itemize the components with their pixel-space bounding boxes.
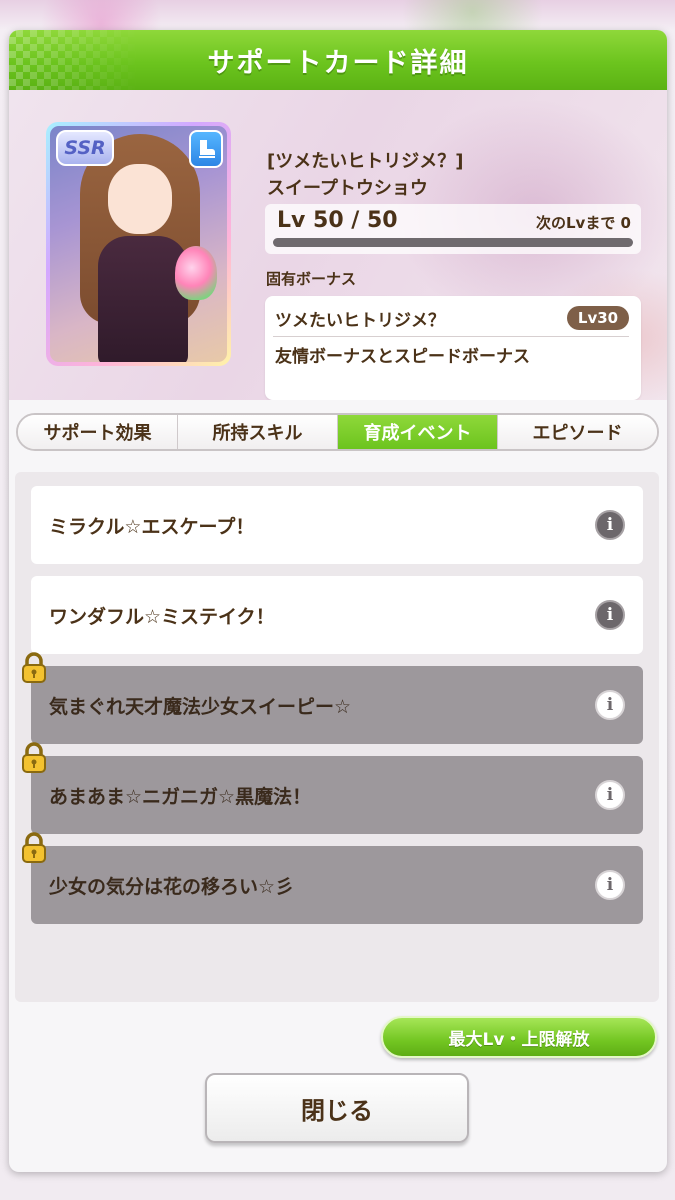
event-list: ミラクル☆エスケープ！ i ワンダフル☆ミステイク！ i 気まぐれ天才魔法少女ス… [15, 472, 659, 1002]
divider [273, 336, 629, 337]
max-level-limit-break-button[interactable]: 最大Lv・上限解放 [381, 1016, 657, 1058]
lock-icon [22, 742, 46, 773]
speed-boot-icon [189, 130, 223, 168]
character-name: スイープトウショウ [267, 178, 428, 199]
card-illustration: SSR [50, 126, 227, 362]
unique-bonus-box: ツメたいヒトリジメ？ Lv30 友情ボーナスとスピードボーナス [265, 296, 641, 400]
unique-bonus-description: 友情ボーナスとスピードボーナス [275, 347, 530, 367]
info-icon[interactable]: i [595, 600, 625, 630]
parfait-art [175, 246, 217, 300]
event-row-locked[interactable]: 少女の気分は花の移ろい☆彡 i [22, 832, 643, 924]
event-title: ワンダフル☆ミステイク！ [49, 605, 275, 628]
support-card-image[interactable]: SSR [46, 122, 231, 366]
info-icon[interactable]: i [595, 510, 625, 540]
unique-bonus-level-badge: Lv30 [567, 306, 629, 330]
card-name: [ツメたいヒトリジメ？] スイープトウショウ [267, 148, 463, 202]
tab-support-effect[interactable]: サポート効果 [18, 415, 178, 449]
detail-tabs: サポート効果 所持スキル 育成イベント エピソード [16, 413, 659, 451]
unique-bonus-name: ツメたいヒトリジメ？ [275, 311, 445, 331]
dialog-title: サポートカード詳細 [207, 47, 469, 79]
info-icon[interactable]: i [595, 690, 625, 720]
card-info-area: SSR [ツメたいヒトリジメ？] スイープトウショウ Lv 50 / 50 次の… [9, 90, 667, 400]
level-text: Lv 50 / 50 [277, 208, 398, 233]
event-title: ミラクル☆エスケープ！ [49, 515, 255, 538]
info-icon[interactable]: i [595, 870, 625, 900]
event-row[interactable]: ミラクル☆エスケープ！ i [31, 486, 643, 564]
tab-training-events[interactable]: 育成イベント [338, 415, 498, 449]
info-icon[interactable]: i [595, 780, 625, 810]
tab-episode[interactable]: エピソード [498, 415, 657, 449]
event-title: あまあま☆ニガニガ☆黒魔法！ [49, 785, 312, 808]
rarity-badge: SSR [56, 130, 114, 166]
event-title: 気まぐれ天才魔法少女スイーピー☆ [49, 695, 352, 718]
event-row-locked[interactable]: あまあま☆ニガニガ☆黒魔法！ i [22, 742, 643, 834]
event-title: 少女の気分は花の移ろい☆彡 [49, 875, 295, 898]
dialog-header: サポートカード詳細 [9, 30, 667, 90]
character-body-art [98, 236, 188, 362]
support-card-detail-dialog: サポートカード詳細 SSR [ツメたいヒトリジメ？] スイープトウショウ Lv … [9, 30, 667, 1172]
next-level-text: 次のLvまで 0 [536, 214, 631, 232]
close-button[interactable]: 閉じる [205, 1073, 469, 1143]
character-face-art [108, 164, 172, 234]
lock-icon [22, 652, 46, 683]
card-title: [ツメたいヒトリジメ？] [267, 151, 464, 172]
event-row[interactable]: ワンダフル☆ミステイク！ i [31, 576, 643, 654]
level-box: Lv 50 / 50 次のLvまで 0 [265, 204, 641, 254]
unique-bonus-label: 固有ボーナス [266, 270, 357, 288]
tab-skills[interactable]: 所持スキル [178, 415, 338, 449]
event-row-locked[interactable]: 気まぐれ天才魔法少女スイーピー☆ i [22, 652, 643, 744]
header-pattern [9, 30, 139, 90]
level-progress-bar [273, 238, 633, 247]
lock-icon [22, 832, 46, 863]
